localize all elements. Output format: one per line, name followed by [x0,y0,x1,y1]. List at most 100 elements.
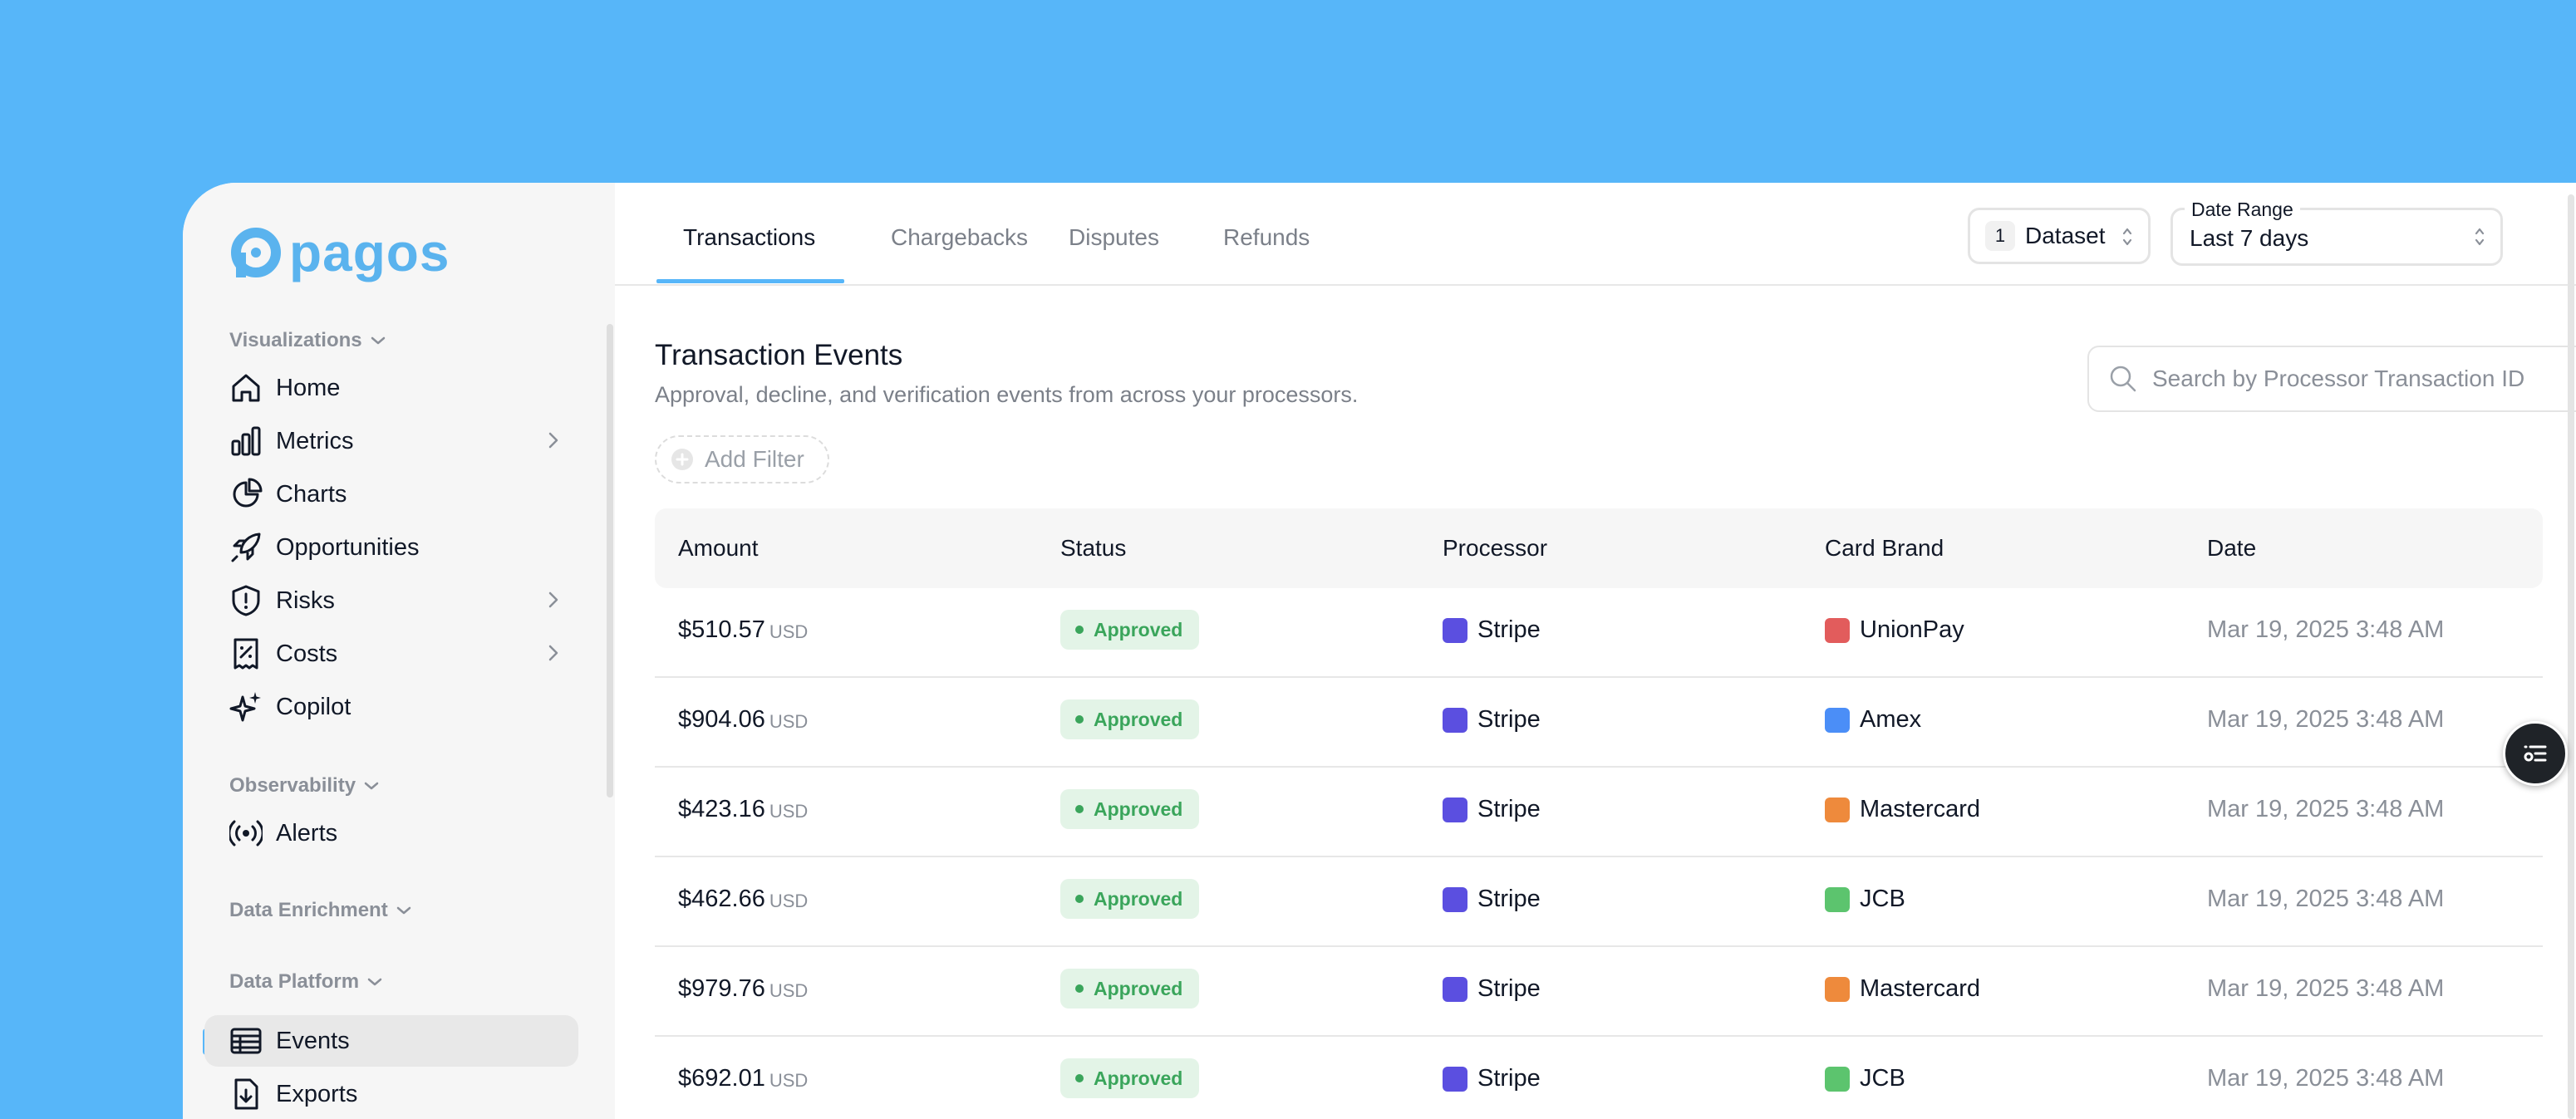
column-header-amount[interactable]: Amount [678,535,759,562]
sidebar-item-metrics[interactable]: Metrics [204,415,578,467]
search-box[interactable] [2087,346,2576,412]
sidebar-item-charts[interactable]: Charts [204,469,578,520]
receipt-icon [228,636,264,672]
status-dot [1075,895,1084,903]
status-badge: Approved [1060,789,1200,829]
sidebar-item-label: Costs [276,640,338,667]
chevron-down-icon [364,782,379,790]
pie-chart-icon [228,476,264,513]
column-header-card-brand[interactable]: Card Brand [1825,535,1944,562]
status-badge: Approved [1060,969,1200,1009]
status-badge: Approved [1060,879,1200,919]
main-scrollbar[interactable] [2568,194,2574,1119]
page-title: Transaction Events [655,339,903,371]
section-data-enrichment[interactable]: Data Enrichment [229,899,411,922]
column-header-processor[interactable]: Processor [1443,535,1547,562]
processor-cell: Stripe [1443,1065,1541,1092]
section-observability[interactable]: Observability [229,774,379,798]
card-brand-cell: Mastercard [1825,975,1980,1003]
sidebar-item-label: Metrics [276,427,354,454]
status-label: Approved [1094,1067,1183,1089]
tab-transactions[interactable]: Transactions [683,224,815,251]
plus-circle-icon [671,449,693,470]
sidebar-item-label: Opportunities [276,533,420,561]
card-brand-name: JCB [1860,1065,1905,1092]
dataset-label: Dataset [2025,223,2106,248]
table-row[interactable]: $904.06 USD Approved Stripe Amex Mar 19, 2025… [655,678,2543,768]
events-table: Amount Status Processor Card Brand Date … [655,508,2543,1119]
sidebar-scrollbar[interactable] [607,324,613,798]
card-brand-name: JCB [1860,886,1905,912]
card-brand-logo-icon [1825,707,1850,733]
active-tab-indicator [656,279,844,283]
table-row[interactable]: $692.01 USD Approved Stripe JCB Mar 19, 2025 … [655,1037,2543,1119]
section-data-enrichment-label: Data Enrichment [229,899,388,921]
download-file-icon [228,1076,264,1112]
card-brand-cell: UnionPay [1825,616,1964,644]
tab-refunds[interactable]: Refunds [1223,224,1310,251]
sidebar-item-events[interactable]: Events [204,1015,578,1067]
column-header-date[interactable]: Date [2207,535,2256,562]
floating-action-button[interactable] [2503,721,2568,786]
section-data-platform[interactable]: Data Platform [229,970,382,994]
sidebar-item-home[interactable]: Home [204,362,578,414]
table-row[interactable]: $510.57 USD Approved Stripe UnionPay Mar 19, … [655,588,2543,678]
processor-logo-icon [1443,797,1467,822]
table-row[interactable]: $423.16 USD Approved Stripe Mastercard Mar 19… [655,768,2543,857]
processor-logo-icon [1443,1066,1467,1092]
sidebar-item-alerts[interactable]: Alerts [204,807,578,859]
main-content: Transactions Chargebacks Disputes Refund… [615,183,2576,1119]
amount-value: $423.16 [678,796,765,822]
amount-value: $462.66 [678,886,765,912]
tab-disputes[interactable]: Disputes [1069,224,1159,251]
tab-chargebacks[interactable]: Chargebacks [891,224,1028,251]
table-body: $510.57 USD Approved Stripe UnionPay Mar 19, … [655,588,2543,1119]
broadcast-icon [228,815,264,852]
section-visualizations[interactable]: Visualizations [229,329,386,352]
amount-currency: USD [769,1069,809,1091]
table-row[interactable]: $462.66 USD Approved Stripe JCB Mar 19, 2025 … [655,857,2543,947]
tab-bar: Transactions Chargebacks Disputes Refund… [615,183,2576,286]
processor-name: Stripe [1477,975,1541,1002]
home-icon [228,370,264,406]
amount-cell: $510.57 USD [678,616,808,644]
dataset-selector[interactable]: 1 Dataset [1968,208,2151,264]
status-label: Approved [1094,618,1183,640]
status-label: Approved [1094,708,1183,730]
status-dot [1075,805,1084,813]
sidebar-item-label: Exports [276,1080,358,1107]
sidebar: pagos Visualizations Home Metrics Charts… [183,183,615,1119]
search-input[interactable] [2151,365,2576,393]
table-row[interactable]: $979.76 USD Approved Stripe Mastercard Mar 19… [655,947,2543,1037]
amount-cell: $423.16 USD [678,796,808,823]
status-label: Approved [1094,887,1183,910]
processor-name: Stripe [1477,886,1541,912]
amount-cell: $692.01 USD [678,1065,808,1092]
card-brand-cell: Mastercard [1825,796,1980,823]
date-range-select[interactable]: Date Range Last 7 days [2170,199,2503,266]
status-label: Approved [1094,977,1183,999]
sidebar-item-label: Charts [276,480,347,508]
pagos-logo-icon [231,228,281,277]
sidebar-item-copilot[interactable]: Copilot [204,681,578,733]
bar-chart-icon [228,423,264,459]
sidebar-item-opportunities[interactable]: Opportunities [204,522,578,573]
processor-logo-icon [1443,617,1467,643]
processor-cell: Stripe [1443,886,1541,913]
amount-value: $904.06 [678,706,765,733]
status-dot [1075,984,1084,993]
page-subtitle: Approval, decline, and verification even… [655,382,1359,407]
amount-value: $510.57 [678,616,765,643]
processor-cell: Stripe [1443,796,1541,823]
sidebar-item-exports[interactable]: Exports [204,1068,578,1119]
sidebar-item-label: Home [276,374,341,401]
pagos-logo[interactable]: pagos [229,226,450,279]
amount-currency: USD [769,800,809,822]
add-filter-button[interactable]: Add Filter [655,435,829,483]
column-header-status[interactable]: Status [1060,535,1126,562]
sidebar-item-risks[interactable]: Risks [204,575,578,626]
amount-currency: USD [769,979,809,1001]
card-brand-logo-icon [1825,797,1850,822]
table-header: Amount Status Processor Card Brand Date [655,508,2543,588]
sidebar-item-costs[interactable]: Costs [204,628,578,680]
